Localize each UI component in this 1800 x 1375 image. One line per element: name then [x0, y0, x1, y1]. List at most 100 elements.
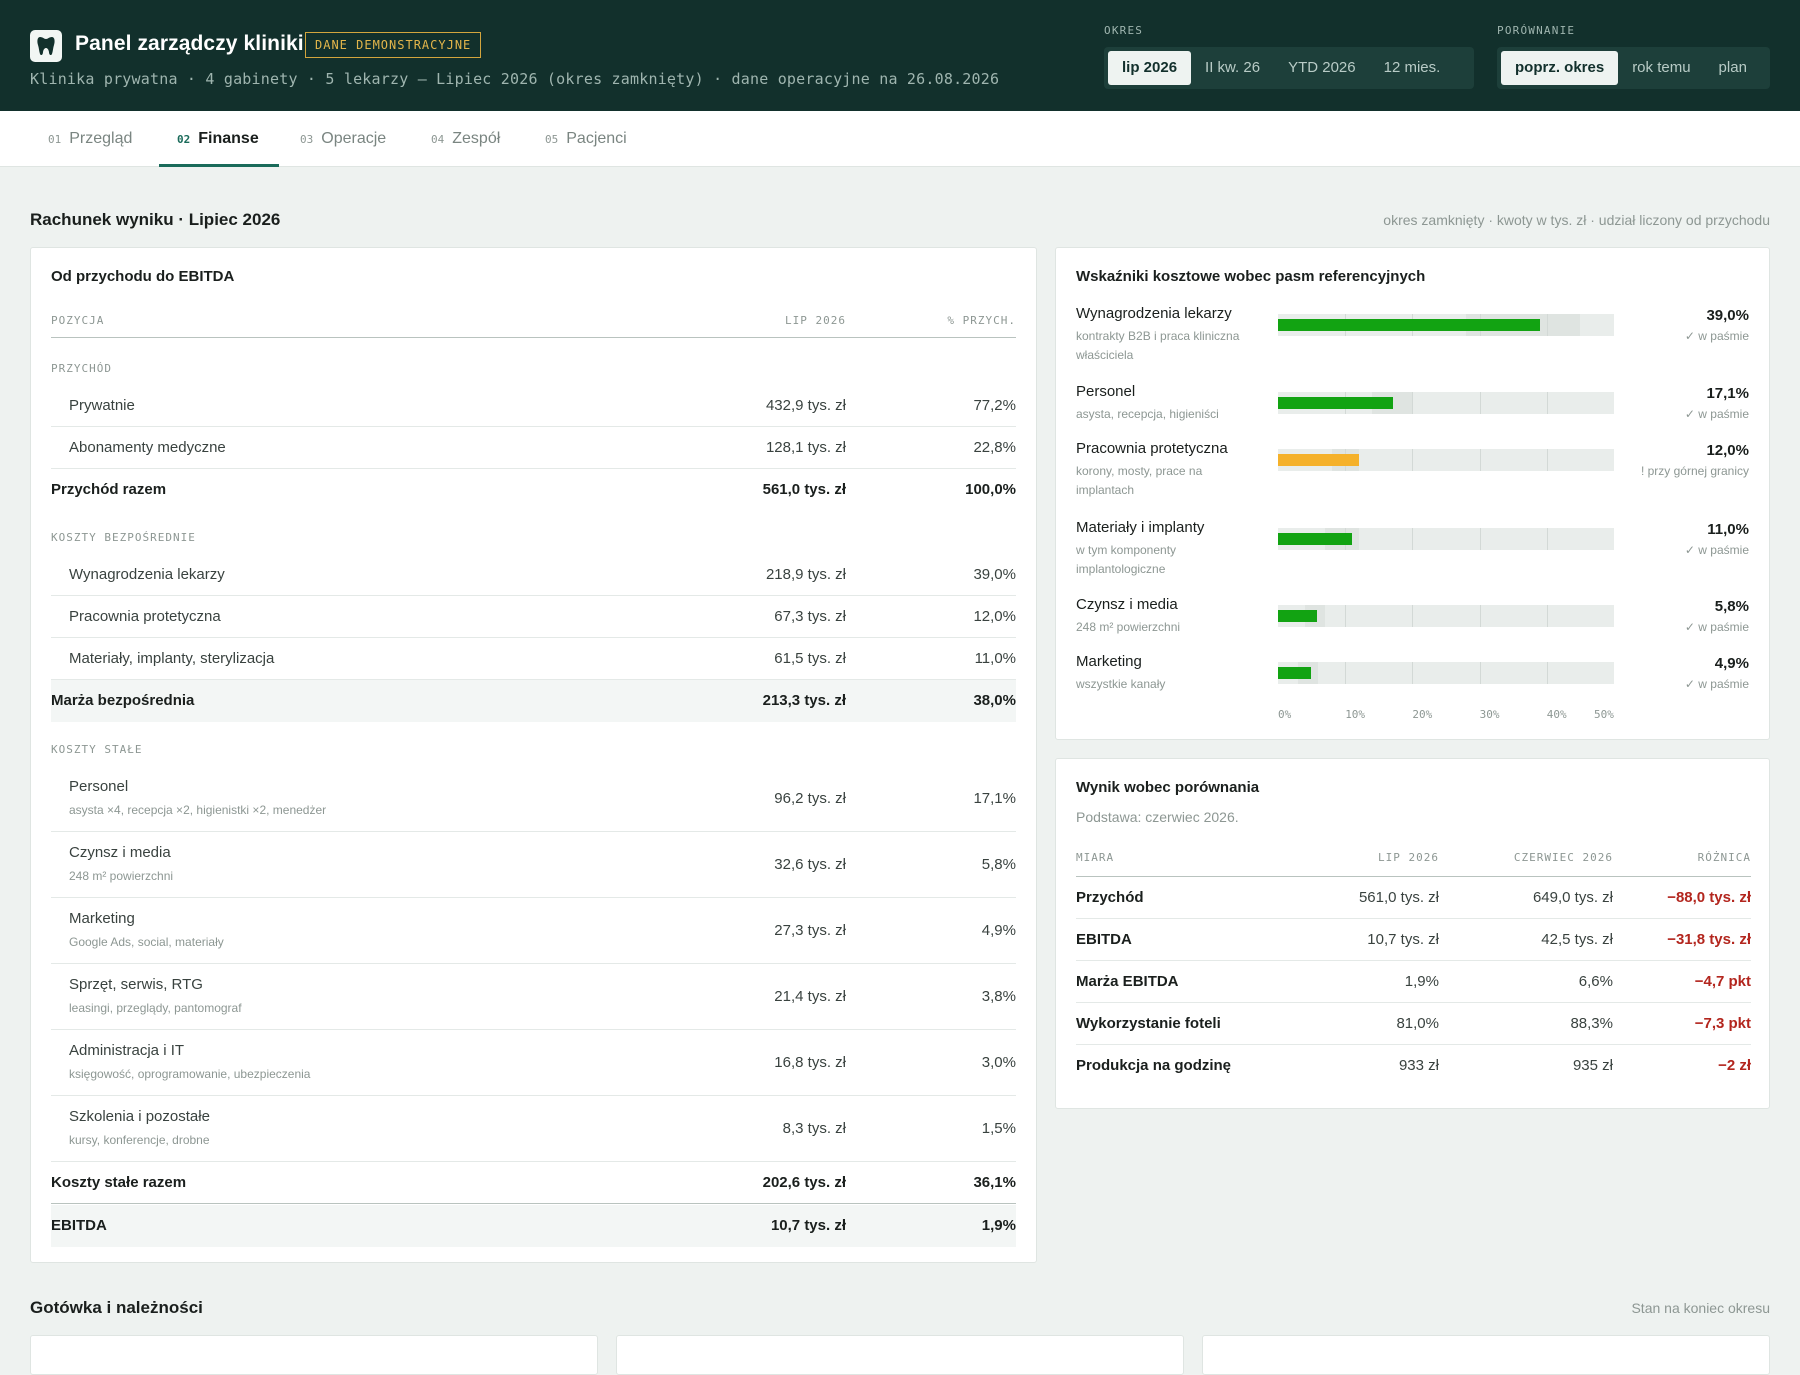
indicator-bar-fill — [1278, 319, 1541, 331]
pl-card-title: Od przychodu do EBITDA — [51, 268, 235, 285]
indicator-status: ✓ w paśmie — [1684, 543, 1749, 557]
bar-gridline — [1345, 605, 1347, 627]
group-label-direct-costs: KOSZTY BEZPOŚREDNIE — [51, 531, 196, 544]
compare-selector: poprz. okres rok temu plan — [1497, 47, 1770, 89]
bar-gridline — [1412, 392, 1414, 414]
period-option-12m[interactable]: 12 mies. — [1370, 51, 1455, 85]
compare-option-prev[interactable]: poprz. okres — [1501, 51, 1619, 85]
comparison-row: Przychód 561,0 tys. zł 649,0 tys. zł −88… — [1076, 877, 1751, 919]
pl-section-title: Rachunek wyniku · Lipiec 2026 — [30, 210, 281, 229]
indicator-bar-fill — [1278, 533, 1352, 545]
indicator-value: 11,0% — [1707, 521, 1749, 538]
main-tabs: 01 Przegląd 02 Finanse 03 Operacje 04 Zespół… — [0, 111, 1800, 167]
bar-gridline — [1479, 392, 1481, 414]
indicator-status: ! przy górnej granicy — [1640, 464, 1749, 478]
comparison-card: Wynik wobec porównania Podstawa: czerwie… — [1055, 758, 1770, 1109]
period-label: OKRES — [1104, 24, 1144, 37]
axis-tick-label: 50% — [1594, 708, 1614, 721]
tab-operacje[interactable]: 03 Operacje — [300, 111, 386, 167]
indicator-value: 4,9% — [1714, 655, 1749, 672]
bar-gridline — [1546, 528, 1548, 550]
demo-data-badge: DANE DEMONSTRACYJNE — [305, 32, 482, 58]
bar-gridline — [1412, 449, 1414, 471]
total-row-margin: Marża bezpośrednia 213,3 tys. zł 38,0% — [51, 680, 1016, 722]
indicator-value: 39,0% — [1706, 307, 1749, 324]
tab-finanse[interactable]: 02 Finanse — [177, 111, 259, 167]
indicators-title: Wskaźniki kosztowe wobec pasm referencyj… — [1076, 268, 1426, 285]
axis-tick-label: 40% — [1546, 708, 1567, 721]
col-header-item: POZYCJA — [51, 314, 105, 327]
total-row-ebitda: EBITDA 10,7 tys. zł 1,9% — [51, 1205, 1016, 1247]
group-label-fixed-costs: KOSZTY STAŁE — [51, 743, 143, 756]
bar-gridline — [1546, 314, 1548, 336]
indicator-value: 17,1% — [1706, 385, 1749, 402]
indicator-description: 248 m² powierzchni — [1076, 620, 1181, 634]
compare-option-plan[interactable]: plan — [1705, 51, 1761, 85]
pl-card: Od przychodu do EBITDA POZYCJA LIP 2026 … — [30, 247, 1037, 1263]
tab-pacjenci[interactable]: 05 Pacjenci — [545, 111, 627, 167]
period-option-lip-2026[interactable]: lip 2026 — [1108, 51, 1192, 85]
indicator-bar — [1278, 449, 1614, 471]
bar-gridline — [1412, 528, 1414, 550]
table-row: Marketing Google Ads, social, materiały … — [51, 898, 1016, 964]
cash-card-3 — [1202, 1335, 1770, 1375]
bar-gridline — [1412, 662, 1414, 684]
indicator-bar — [1278, 392, 1614, 414]
comparison-row: Produkcja na godzinę 933 zł 935 zł −2 zł — [1076, 1057, 1751, 1074]
axis-tick-label: 10% — [1345, 708, 1366, 721]
tab-zespol[interactable]: 04 Zespół — [431, 111, 500, 167]
table-row: Sprzęt, serwis, RTG leasingi, przeglądy,… — [51, 964, 1016, 1030]
indicator-name: Personel — [1076, 383, 1136, 400]
compare-option-year-ago[interactable]: rok temu — [1618, 51, 1704, 85]
total-row-fixed-costs: Koszty stałe razem 202,6 tys. zł 36,1% — [51, 1162, 1016, 1204]
indicator-description: kontrakty B2B i praca kliniczna właścici… — [1076, 329, 1240, 362]
tab-przeglad[interactable]: 01 Przegląd — [48, 111, 132, 167]
indicator-description: korony, mosty, prace na implantach — [1076, 464, 1203, 497]
comparison-title: Wynik wobec porównania — [1076, 779, 1260, 796]
compare-label: PORÓWNANIE — [1497, 24, 1576, 37]
col-header-measure: MIARA — [1076, 851, 1115, 864]
period-option-ytd[interactable]: YTD 2026 — [1274, 51, 1370, 85]
comparison-row: Marża EBITDA 1,9% 6,6% −4,7 pkt — [1076, 961, 1751, 1003]
indicator-name: Marketing — [1076, 653, 1142, 670]
clinic-logo — [30, 30, 62, 62]
bar-gridline — [1546, 392, 1548, 414]
cash-card-2 — [616, 1335, 1184, 1375]
bar-gridline — [1479, 528, 1481, 550]
page-title: Panel zarządczy kliniki — [75, 32, 304, 55]
indicator-name: Pracownia protetyczna — [1076, 440, 1228, 457]
bar-gridline — [1412, 605, 1414, 627]
table-row: Abonamenty medyczne 128,1 tys. zł 22,8% — [51, 427, 1016, 469]
indicator-bar-fill — [1278, 397, 1393, 409]
comparison-row: Wykorzystanie foteli 81,0% 88,3% −7,3 pk… — [1076, 1003, 1751, 1045]
cash-card-1 — [30, 1335, 598, 1375]
indicator-value: 12,0% — [1706, 442, 1749, 459]
table-row: Materiały, implanty, sterylizacja 61,5 t… — [51, 638, 1016, 680]
col-header-share: % PRZYCH. — [947, 314, 1016, 327]
comparison-header: MIARA LIP 2026 CZERWIEC 2026 RÓŻNICA — [1076, 839, 1751, 877]
top-header: Panel zarządczy kliniki DANE DEMONSTRACY… — [0, 0, 1800, 111]
total-row-revenue: Przychód razem 561,0 tys. zł 100,0% — [51, 481, 1016, 498]
group-label-revenue: PRZYCHÓD — [51, 362, 112, 375]
axis-tick-label: 0% — [1278, 708, 1292, 721]
bar-gridline — [1479, 662, 1481, 684]
cost-indicators-card: Wskaźniki kosztowe wobec pasm referencyj… — [1055, 247, 1770, 740]
table-row: Prywatnie 432,9 tys. zł 77,2% — [51, 385, 1016, 427]
col-header-diff: RÓŻNICA — [1697, 851, 1751, 864]
col-header-value: LIP 2026 — [785, 314, 846, 327]
bar-gridline — [1479, 605, 1481, 627]
indicator-status: ✓ w paśmie — [1684, 407, 1749, 421]
table-row: Wynagrodzenia lekarzy 218,9 tys. zł 39,0… — [51, 554, 1016, 596]
table-row: Administracja i IT księgowość, oprogramo… — [51, 1030, 1016, 1096]
pl-section-note: okres zamknięty · kwoty w tys. zł · udzi… — [1383, 212, 1770, 228]
col-header-current: LIP 2026 — [1378, 851, 1439, 864]
bar-gridline — [1546, 662, 1548, 684]
comparison-basis: Podstawa: czerwiec 2026. — [1076, 809, 1239, 825]
period-option-q2[interactable]: II kw. 26 — [1191, 51, 1274, 85]
indicator-description: wszystkie kanały — [1076, 677, 1166, 691]
indicator-name: Czynsz i media — [1076, 596, 1178, 613]
indicator-bar-fill — [1278, 667, 1311, 679]
axis-tick-label: 20% — [1412, 708, 1433, 721]
indicator-bar-fill — [1278, 610, 1317, 622]
indicator-status: ✓ w paśmie — [1684, 329, 1749, 343]
